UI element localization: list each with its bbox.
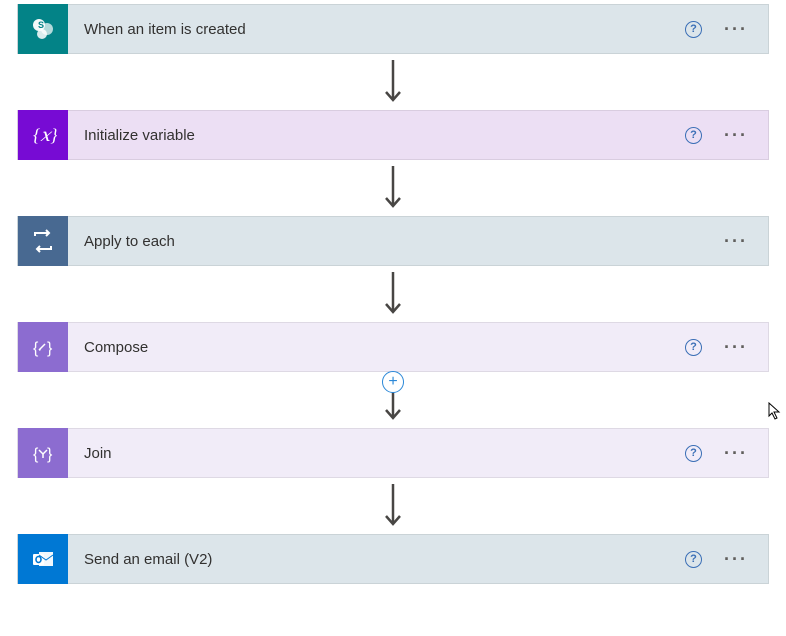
step-initialize-variable[interactable]: {𝑥} Initialize variable ? ···: [17, 110, 769, 160]
arrow-down-icon: [383, 482, 403, 530]
help-icon[interactable]: ?: [685, 127, 702, 144]
mouse-cursor-icon: [768, 402, 782, 423]
step-actions: ? ···: [685, 445, 768, 462]
svg-text:{𝑥}: {𝑥}: [33, 125, 57, 145]
svg-text:S: S: [38, 20, 44, 30]
arrow-down-icon: [383, 164, 403, 212]
more-icon[interactable]: ···: [724, 554, 748, 564]
more-icon[interactable]: ···: [724, 24, 748, 34]
more-icon[interactable]: ···: [724, 342, 748, 352]
step-compose[interactable]: { } Compose ? ···: [17, 322, 769, 372]
step-label: Apply to each: [68, 233, 724, 250]
help-icon[interactable]: ?: [685, 445, 702, 462]
help-icon[interactable]: ?: [685, 551, 702, 568]
step-send-email[interactable]: Send an email (V2) ? ···: [17, 534, 769, 584]
step-actions: ? ···: [685, 21, 768, 38]
join-icon: { }: [18, 428, 68, 478]
flow-container: S When an item is created ? ··· {𝑥} Init…: [14, 4, 772, 584]
connector: [14, 160, 772, 216]
step-label: Compose: [68, 339, 685, 356]
connector: +: [14, 372, 772, 428]
step-label: Send an email (V2): [68, 551, 685, 568]
more-icon[interactable]: ···: [724, 448, 748, 458]
connector: [14, 266, 772, 322]
more-icon[interactable]: ···: [724, 130, 748, 140]
variable-icon: {𝑥}: [18, 110, 68, 160]
step-sharepoint-trigger[interactable]: S When an item is created ? ···: [17, 4, 769, 54]
connector: [14, 54, 772, 110]
sharepoint-icon: S: [18, 4, 68, 54]
step-label: Initialize variable: [68, 127, 685, 144]
step-actions: ? ···: [685, 551, 768, 568]
arrow-down-icon: [383, 270, 403, 318]
help-icon[interactable]: ?: [685, 339, 702, 356]
step-actions: ? ···: [685, 339, 768, 356]
svg-text:{: {: [33, 340, 39, 357]
step-label: Join: [68, 445, 685, 462]
compose-icon: { }: [18, 322, 68, 372]
loop-icon: [18, 216, 68, 266]
step-apply-to-each[interactable]: Apply to each ···: [17, 216, 769, 266]
outlook-icon: [18, 534, 68, 584]
step-join[interactable]: { } Join ? ···: [17, 428, 769, 478]
step-actions: ? ···: [685, 127, 768, 144]
connector: [14, 478, 772, 534]
svg-text:{: {: [33, 446, 39, 463]
arrow-down-icon: [383, 58, 403, 106]
step-label: When an item is created: [68, 21, 685, 38]
svg-text:}: }: [47, 340, 53, 357]
add-step-button[interactable]: +: [382, 371, 404, 393]
svg-text:}: }: [47, 446, 53, 463]
more-icon[interactable]: ···: [724, 236, 748, 246]
step-actions: ···: [724, 236, 768, 246]
help-icon[interactable]: ?: [685, 21, 702, 38]
